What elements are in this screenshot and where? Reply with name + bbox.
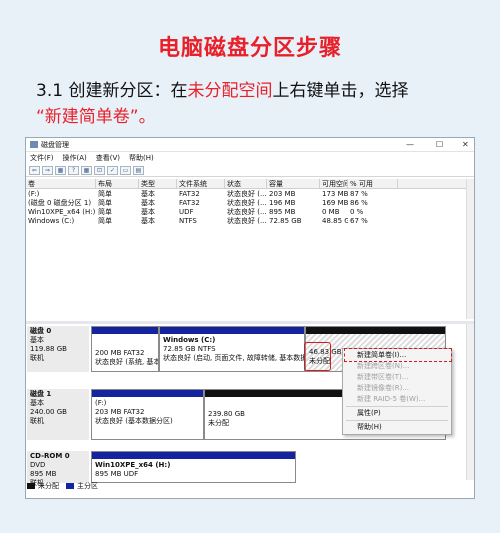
- menu-properties[interactable]: 属性(P): [343, 408, 451, 419]
- menu-help[interactable]: 帮助(H): [129, 153, 154, 163]
- menu-separator: [346, 406, 448, 407]
- legend-primary-swatch: [66, 483, 74, 489]
- list-view-icon[interactable]: ▦: [55, 165, 66, 175]
- minimize-button[interactable]: —: [406, 140, 414, 149]
- col-volume[interactable]: 卷: [26, 178, 96, 189]
- pane-divider[interactable]: [26, 321, 474, 324]
- col-layout[interactable]: 布局: [96, 178, 139, 189]
- disk-0-label[interactable]: 磁盘 0 基本 119.88 GB 联机: [27, 326, 89, 372]
- col-free[interactable]: 可用空间: [320, 178, 348, 189]
- disk-0-partition-c[interactable]: Windows (C:) 72.85 GB NTFS 状态良好 (启动, 页面文…: [159, 326, 305, 372]
- legend-unallocated-swatch: [27, 483, 35, 489]
- menu-view[interactable]: 查看(V): [96, 153, 120, 163]
- menu-new-striped-volume[interactable]: 新建带区卷(T)...: [343, 372, 451, 383]
- menu-new-raid5-volume[interactable]: 新建 RAID-5 卷(W)...: [343, 394, 451, 405]
- table-header: 卷 布局 类型 文件系统 状态 容量 可用空间 % 可用: [26, 178, 474, 189]
- step-text-pre: 创建新分区：在: [68, 81, 188, 101]
- disk-management-window: 磁盘管理 — ☐ ✕ 文件(F) 操作(A) 查看(V) 帮助(H) ⇐ ⇒ ▦…: [25, 137, 475, 499]
- disk-scrollbar[interactable]: [466, 324, 474, 480]
- maximize-button[interactable]: ☐: [436, 140, 443, 149]
- close-button[interactable]: ✕: [462, 140, 469, 149]
- legend-primary: 主分区: [77, 482, 98, 490]
- highlight-new-simple-volume: [344, 348, 452, 362]
- window-title: 磁盘管理: [41, 140, 69, 149]
- back-icon[interactable]: ⇐: [29, 165, 40, 175]
- highlight-unallocated: [304, 342, 331, 371]
- grid-view-icon[interactable]: ▦: [81, 165, 92, 175]
- properties-icon[interactable]: ▤: [133, 165, 144, 175]
- col-filesystem[interactable]: 文件系统: [177, 178, 225, 189]
- disk-1-label[interactable]: 磁盘 1 基本 240.00 GB 联机: [27, 389, 89, 440]
- check-icon[interactable]: ✓: [107, 165, 118, 175]
- disk-1-partition-f[interactable]: (F:) 203 MB FAT32 状态良好 (基本数据分区): [91, 389, 204, 440]
- col-status[interactable]: 状态: [225, 178, 267, 189]
- disk-icon[interactable]: ▭: [120, 165, 131, 175]
- volume-table: 卷 布局 类型 文件系统 状态 容量 可用空间 % 可用 (F:) 简单 基本 …: [26, 178, 474, 225]
- col-capacity[interactable]: 容量: [267, 178, 320, 189]
- legend: 未分配 主分区: [27, 481, 98, 491]
- page-title: 电脑磁盘分区步骤: [157, 36, 342, 61]
- toolbar: ⇐ ⇒ ▦ ? ▦ ⊡ ✓ ▭ ▤: [26, 164, 474, 177]
- cdrom-0-row: CD-ROM 0 DVD 895 MB 联机 Win10XPE_x64 (H:)…: [27, 451, 468, 487]
- table-scrollbar[interactable]: [466, 179, 474, 319]
- forward-icon[interactable]: ⇒: [42, 165, 53, 175]
- step-quote: “新建简单卷”。: [36, 107, 156, 127]
- col-free-percent[interactable]: % 可用: [348, 178, 398, 189]
- menu-new-mirrored-volume[interactable]: 新建镜像卷(R)...: [343, 383, 451, 394]
- menu-bar: 文件(F) 操作(A) 查看(V) 帮助(H): [26, 152, 474, 164]
- disk-1-name: 磁盘 1: [30, 390, 52, 398]
- help-icon[interactable]: ?: [68, 165, 79, 175]
- step-number: 3.1: [36, 81, 64, 101]
- col-type[interactable]: 类型: [139, 178, 177, 189]
- menu-separator: [346, 420, 448, 421]
- disk-0-name: 磁盘 0: [30, 327, 52, 335]
- connect-icon[interactable]: ⊡: [94, 165, 105, 175]
- cdrom-0-label[interactable]: CD-ROM 0 DVD 895 MB 联机: [27, 451, 89, 487]
- step-text-post: 上右键单击，选择: [272, 81, 409, 101]
- disk-0-partition-1[interactable]: 200 MB FAT32 状态良好 (系统, 基本: [91, 326, 159, 372]
- step-instruction: 3.1 创建新分区：在未分配空间上右键单击，选择 “新建简单卷”。: [36, 78, 476, 130]
- disk-management-icon: [30, 141, 38, 148]
- menu-action[interactable]: 操作(A): [63, 153, 87, 163]
- menu-help-item[interactable]: 帮助(H): [343, 422, 451, 433]
- legend-unallocated: 未分配: [38, 482, 59, 490]
- cdrom-0-name: CD-ROM 0: [30, 452, 70, 460]
- cdrom-0-volume-h[interactable]: Win10XPE_x64 (H:) 895 MB UDF: [91, 451, 296, 483]
- menu-file[interactable]: 文件(F): [30, 153, 54, 163]
- step-highlight: 未分配空间: [187, 81, 273, 101]
- menu-new-spanned-volume[interactable]: 新建跨区卷(N)...: [343, 361, 451, 372]
- table-row[interactable]: Windows (C:) 简单 基本 NTFS 状态良好 (... 72.85 …: [26, 216, 474, 225]
